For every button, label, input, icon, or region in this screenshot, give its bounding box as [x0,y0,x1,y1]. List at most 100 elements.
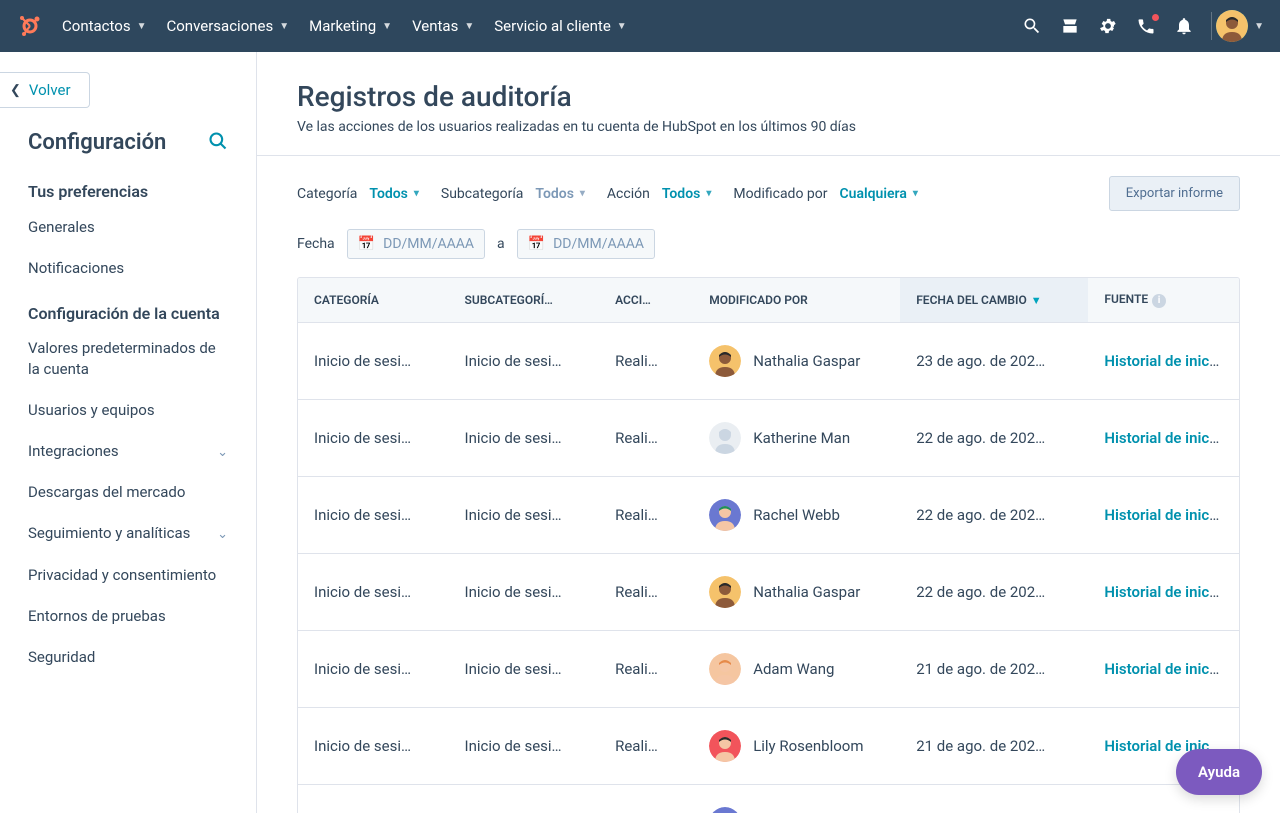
cell-action: Reali… [599,553,693,630]
filter-action-label: Acción [607,186,650,202]
date-from-input[interactable]: 📅DD/MM/AAAA [347,229,485,259]
cell-user: Katherine Man [693,399,900,476]
sidebar-link[interactable]: Privacidad y consentimiento [28,565,228,586]
cell-action: Reali… [599,476,693,553]
column-header[interactable]: FUENTEi [1088,278,1239,322]
cell-source[interactable]: Historial de inici… [1088,399,1239,476]
chevron-down-icon: ▼ [617,21,627,32]
page-description: Ve las acciones de los usuarios realizad… [297,119,1240,135]
top-navigation: Contactos▼ Conversaciones▼ Marketing▼ Venta… [0,0,1280,52]
cell-subcategory: Inicio de sesi… [449,707,600,784]
nav-item-2[interactable]: Marketing▼ [309,17,392,35]
chevron-left-icon: ❮ [10,83,21,98]
user-avatar-icon [1216,10,1248,42]
column-header[interactable]: CATEGORÍA [298,278,449,322]
column-header[interactable]: FECHA DEL CAMBIO▼ [900,278,1088,322]
cell-category: Inicio de sesi… [298,322,449,399]
cell-subcategory: Inicio de sesi… [449,399,600,476]
sidebar-title: Configuración [28,130,166,155]
sidebar-link[interactable]: Notificaciones [28,258,228,279]
info-icon[interactable]: i [1152,294,1166,308]
divider [257,155,1280,156]
table-row[interactable]: Inicio de sesi…Inicio de sesi…Reali…Lily… [298,707,1239,784]
column-header[interactable]: SUBCATEGORÍ… [449,278,600,322]
cell-subcategory: Inicio de sesi… [449,322,600,399]
cell-subcategory: Inicio de sesi… [449,476,600,553]
chevron-down-icon: ▾ [580,188,585,199]
sidebar-link[interactable]: Valores predeterminados de la cuenta [28,338,228,380]
table-row[interactable]: Inicio de sesi…Inicio de sesi…Reali…Adam… [298,630,1239,707]
sidebar-link[interactable]: Seguridad [28,647,228,668]
bell-icon[interactable] [1173,15,1195,37]
marketplace-icon[interactable] [1059,15,1081,37]
cell-date: 21 de ago. de 202… [900,630,1088,707]
cell-source[interactable]: Historial de inici… [1088,322,1239,399]
table-row[interactable]: Inicio de sesi…Inicio de sesi…Reali…Rach… [298,476,1239,553]
table-row[interactable]: Inicio de sesi…Inicio de sesi…Reali…Kath… [298,399,1239,476]
nav-item-3[interactable]: Ventas▼ [412,17,474,35]
table-row[interactable]: Inicio de sesi…Inicio de sesi…Reali…Rach… [298,784,1239,813]
export-report-button[interactable]: Exportar informe [1109,176,1240,211]
cell-date: 21 de ago. de 202… [900,784,1088,813]
cell-user: Nathalia Gaspar [693,553,900,630]
nav-item-0[interactable]: Contactos▼ [62,17,146,35]
cell-category: Inicio de sesi… [298,476,449,553]
cell-source[interactable]: Historial de inici… [1088,553,1239,630]
sidebar-link[interactable]: Integraciones⌄ [28,441,228,462]
date-to-input[interactable]: 📅DD/MM/AAAA [517,229,655,259]
divider [1211,12,1212,40]
phone-icon[interactable] [1135,15,1157,37]
cell-user: Nathalia Gaspar [693,322,900,399]
cell-source[interactable]: Historial de inici… [1088,630,1239,707]
table-row[interactable]: Inicio de sesi…Inicio de sesi…Reali…Nath… [298,553,1239,630]
back-button[interactable]: ❮ Volver [0,72,90,108]
date-range-separator: a [497,236,505,252]
help-button[interactable]: Ayuda [1176,749,1262,795]
cell-user: Rachel Webb [693,784,900,813]
notification-badge [1151,13,1160,22]
audit-log-table: CATEGORÍASUBCATEGORÍ…ACCI…MODIFICADO POR… [297,277,1240,813]
table-row[interactable]: Inicio de sesi…Inicio de sesi…Reali…Nath… [298,322,1239,399]
cell-date: 22 de ago. de 202… [900,553,1088,630]
nav-item-4[interactable]: Servicio al cliente▼ [494,17,626,35]
filter-action[interactable]: Todos▾ [662,186,712,202]
main-content: Registros de auditoría Ve las acciones d… [257,52,1280,813]
sidebar-link[interactable]: Usuarios y equipos [28,400,228,421]
chevron-down-icon: ▾ [706,188,711,199]
column-header[interactable]: ACCI… [599,278,693,322]
user-avatar-icon [709,730,741,762]
search-icon[interactable] [1021,15,1043,37]
user-avatar-icon [709,422,741,454]
cell-subcategory: Inicio de sesi… [449,784,600,813]
sidebar-section-header: Configuración de la cuenta [28,303,228,325]
chevron-down-icon: ▾ [414,188,419,199]
filter-subcategory[interactable]: Todos▾ [535,186,585,202]
cell-category: Inicio de sesi… [298,630,449,707]
sidebar-search-icon[interactable] [208,131,228,155]
user-avatar-icon [709,345,741,377]
filter-category[interactable]: Todos▾ [369,186,419,202]
account-menu[interactable]: ▼ [1216,10,1264,42]
settings-sidebar: ❮ Volver Configuración Tus preferencias Ge… [0,52,257,813]
cell-user: Rachel Webb [693,476,900,553]
sidebar-link[interactable]: Descargas del mercado [28,482,228,503]
page-title: Registros de auditoría [297,80,1240,113]
column-header[interactable]: MODIFICADO POR [693,278,900,322]
sidebar-link[interactable]: Entornos de pruebas [28,606,228,627]
nav-item-1[interactable]: Conversaciones▼ [166,17,289,35]
sidebar-section-header: Tus preferencias [28,181,228,203]
chevron-down-icon: ⌄ [217,526,228,544]
cell-source[interactable]: Historial de inici… [1088,476,1239,553]
chevron-down-icon: ▼ [137,21,147,32]
settings-gear-icon[interactable] [1097,15,1119,37]
cell-subcategory: Inicio de sesi… [449,553,600,630]
cell-date: 21 de ago. de 202… [900,707,1088,784]
cell-category: Inicio de sesi… [298,399,449,476]
cell-user: Adam Wang [693,630,900,707]
sidebar-link[interactable]: Generales [28,217,228,238]
back-label: Volver [29,81,71,99]
sidebar-link[interactable]: Seguimiento y analíticas⌄ [28,523,228,544]
filter-modifiedby[interactable]: Cualquiera▾ [840,186,918,202]
top-icons [1021,15,1195,37]
hubspot-logo-icon[interactable] [16,12,44,40]
